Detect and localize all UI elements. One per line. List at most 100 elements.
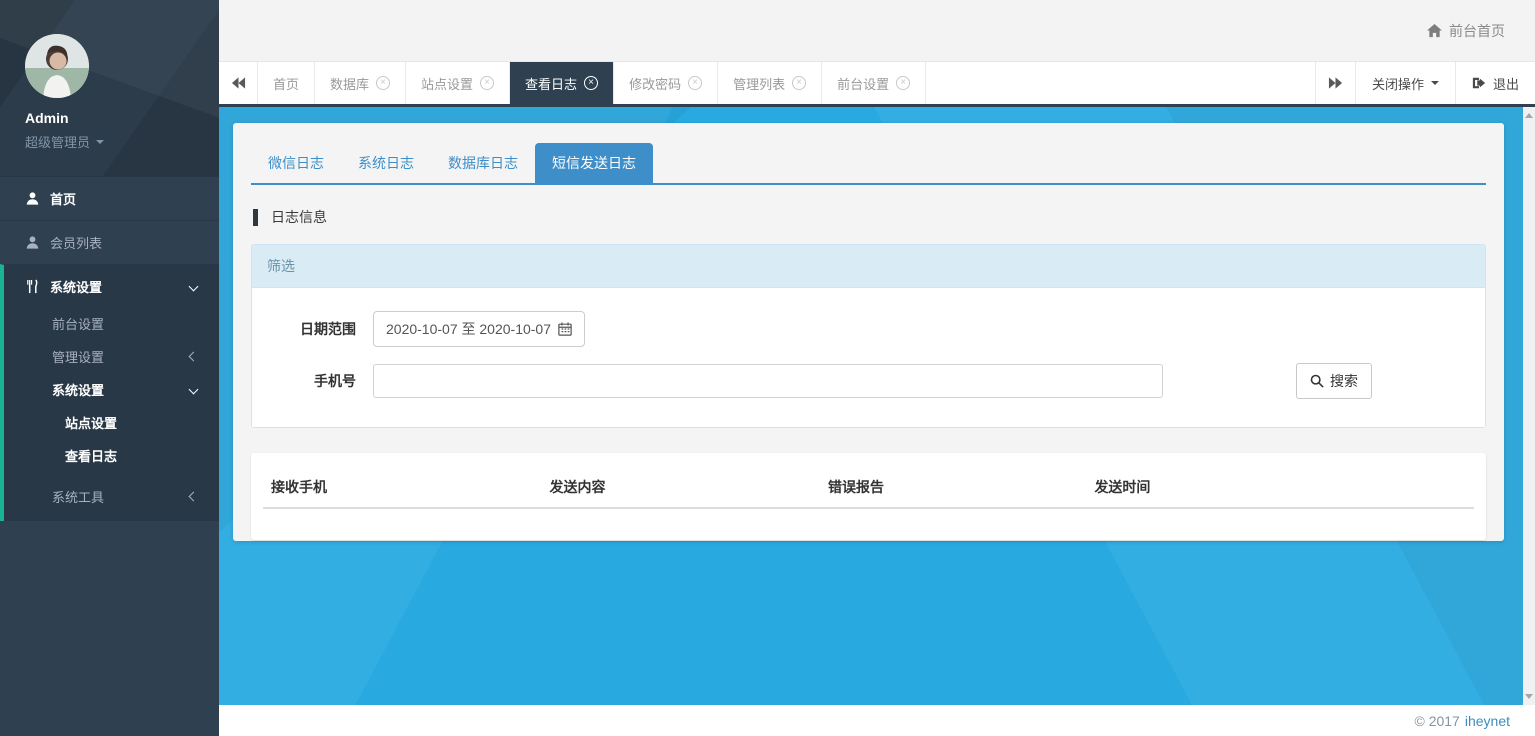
admin-app: Admin 超级管理员 首页 会员列表 [0, 0, 1535, 736]
sidebar-item-site-settings[interactable]: 站点设置 [4, 406, 219, 439]
tabbar-right-controls: 关闭操作 退出 [1315, 62, 1535, 104]
tab-label: 管理列表 [733, 74, 785, 93]
sidebar-item-system-settings-sub[interactable]: 系统设置 [4, 373, 219, 406]
close-operations-dropdown[interactable]: 关闭操作 [1355, 62, 1455, 104]
sidebar-item-label: 首页 [50, 189, 76, 208]
date-range-value: 2020-10-07 至 2020-10-07 [386, 319, 551, 339]
frontend-home-label: 前台首页 [1449, 21, 1505, 41]
tab-label: 数据库 [330, 74, 369, 93]
logout-button[interactable]: 退出 [1455, 62, 1535, 104]
tab-label: 站点设置 [421, 74, 473, 93]
log-type-tabs: 微信日志 系统日志 数据库日志 短信发送日志 [251, 143, 1486, 185]
sidebar-group-system-settings: 系统设置 前台设置 管理设置 系统设置 [0, 264, 219, 521]
filter-panel: 筛选 日期范围 2020-10-07 至 2020-10-07 [251, 244, 1486, 428]
sidebar-item-label: 系统工具 [52, 487, 104, 506]
tab-frontend-settings[interactable]: 前台设置 × [822, 62, 926, 104]
search-button[interactable]: 搜索 [1296, 363, 1372, 399]
angle-double-left-icon [231, 77, 246, 89]
avatar-image [25, 34, 89, 98]
footer: © 2017 iheynet [219, 705, 1535, 736]
content-background: 微信日志 系统日志 数据库日志 短信发送日志 [219, 107, 1523, 705]
close-tab-icon[interactable]: × [792, 76, 806, 90]
tab-wechat-log[interactable]: 微信日志 [251, 143, 341, 183]
caret-down-icon [1431, 81, 1439, 85]
calendar-icon [558, 322, 572, 336]
vertical-scrollbar[interactable] [1523, 107, 1535, 705]
date-range-picker[interactable]: 2020-10-07 至 2020-10-07 [373, 311, 585, 347]
column-header-phone: 接收手机 [263, 465, 542, 508]
tabs-scroll-left-button[interactable] [219, 62, 258, 104]
tab-database-log[interactable]: 数据库日志 [431, 143, 535, 183]
profile-role-label: 超级管理员 [25, 132, 90, 151]
tab-label: 首页 [273, 74, 299, 93]
section-title-bar [253, 209, 258, 226]
chevron-left-icon [189, 352, 199, 362]
sidebar-item-label: 会员列表 [50, 233, 102, 252]
sidebar-submenu: 前台设置 管理设置 系统设置 站点设置 [4, 307, 219, 521]
sms-log-table-card: 接收手机 发送内容 错误报告 发送时间 [251, 453, 1486, 540]
sidebar-item-members[interactable]: 会员列表 [0, 220, 219, 264]
sidebar-item-label: 前台设置 [52, 314, 104, 333]
filter-title: 筛选 [267, 258, 295, 274]
log-tab-label: 微信日志 [268, 155, 324, 171]
search-icon [1310, 374, 1324, 388]
sidebar-nav: 首页 会员列表 系统设置 [0, 176, 219, 521]
tab-system-log[interactable]: 系统日志 [341, 143, 431, 183]
table-body-empty [263, 508, 1474, 524]
sidebar-item-label: 系统设置 [52, 380, 104, 399]
sidebar-item-admin-settings[interactable]: 管理设置 [4, 340, 219, 373]
tab-label: 查看日志 [525, 74, 577, 93]
sidebar-item-frontend-settings[interactable]: 前台设置 [4, 307, 219, 340]
column-header-time: 发送时间 [1086, 465, 1474, 508]
sidebar-item-home[interactable]: 首页 [0, 176, 219, 220]
tabbar: 首页 数据库 × 站点设置 × 查看日志 × 修改密码 × 管理列表 × [219, 62, 1535, 107]
footer-brand-link[interactable]: iheynet [1465, 713, 1510, 729]
tabs-scroll-right-button[interactable] [1315, 62, 1355, 104]
sidebar-item-label: 管理设置 [52, 347, 104, 366]
filter-row-phone: 手机号 搜索 [267, 363, 1470, 399]
avatar[interactable] [25, 34, 89, 98]
profile-role-dropdown[interactable]: 超级管理员 [25, 132, 219, 151]
content-area: 微信日志 系统日志 数据库日志 短信发送日志 [219, 107, 1535, 705]
tab-sms-log[interactable]: 短信发送日志 [535, 143, 653, 183]
tab-view-logs[interactable]: 查看日志 × [510, 62, 614, 104]
profile-section: Admin 超级管理员 [0, 0, 219, 176]
tab-change-password[interactable]: 修改密码 × [614, 62, 718, 104]
log-tab-label: 系统日志 [358, 155, 414, 171]
log-tab-label: 数据库日志 [448, 155, 518, 171]
logs-panel: 微信日志 系统日志 数据库日志 短信发送日志 [233, 123, 1504, 541]
home-icon [1427, 24, 1442, 38]
footer-copyright: © 2017 [1414, 713, 1459, 729]
angle-double-right-icon [1328, 77, 1343, 89]
chevron-left-icon [189, 492, 199, 502]
cutlery-icon [25, 279, 40, 294]
phone-input[interactable] [373, 364, 1163, 398]
close-tab-icon[interactable]: × [896, 76, 910, 90]
log-tab-label: 短信发送日志 [552, 155, 636, 171]
tab-admin-list[interactable]: 管理列表 × [718, 62, 822, 104]
close-tab-icon[interactable]: × [688, 76, 702, 90]
sidebar-item-system-tools[interactable]: 系统工具 [4, 480, 219, 513]
phone-label: 手机号 [267, 371, 373, 391]
column-header-content: 发送内容 [542, 465, 821, 508]
tab-database[interactable]: 数据库 × [315, 62, 406, 104]
sidebar: Admin 超级管理员 首页 会员列表 [0, 0, 219, 736]
date-range-label: 日期范围 [267, 319, 373, 339]
close-tab-icon[interactable]: × [584, 76, 598, 90]
sidebar-item-system-settings[interactable]: 系统设置 [4, 265, 219, 307]
scrollbar-down-arrow-icon[interactable] [1525, 694, 1533, 699]
close-tab-icon[interactable]: × [376, 76, 390, 90]
topbar: 前台首页 [219, 0, 1535, 62]
scrollbar-up-arrow-icon[interactable] [1525, 113, 1533, 118]
tab-label: 修改密码 [629, 74, 681, 93]
close-tab-icon[interactable]: × [480, 76, 494, 90]
profile-name[interactable]: Admin [25, 110, 219, 126]
frontend-home-link[interactable]: 前台首页 [1427, 21, 1505, 41]
logout-label: 退出 [1493, 74, 1519, 93]
filter-panel-header: 筛选 [252, 245, 1485, 288]
section-title-text: 日志信息 [271, 207, 327, 227]
main-column: 前台首页 首页 数据库 × 站点设置 × 查看日志 × [219, 0, 1535, 736]
tab-home[interactable]: 首页 [258, 62, 315, 104]
sidebar-item-view-logs[interactable]: 查看日志 [4, 439, 219, 472]
tab-site-settings[interactable]: 站点设置 × [406, 62, 510, 104]
